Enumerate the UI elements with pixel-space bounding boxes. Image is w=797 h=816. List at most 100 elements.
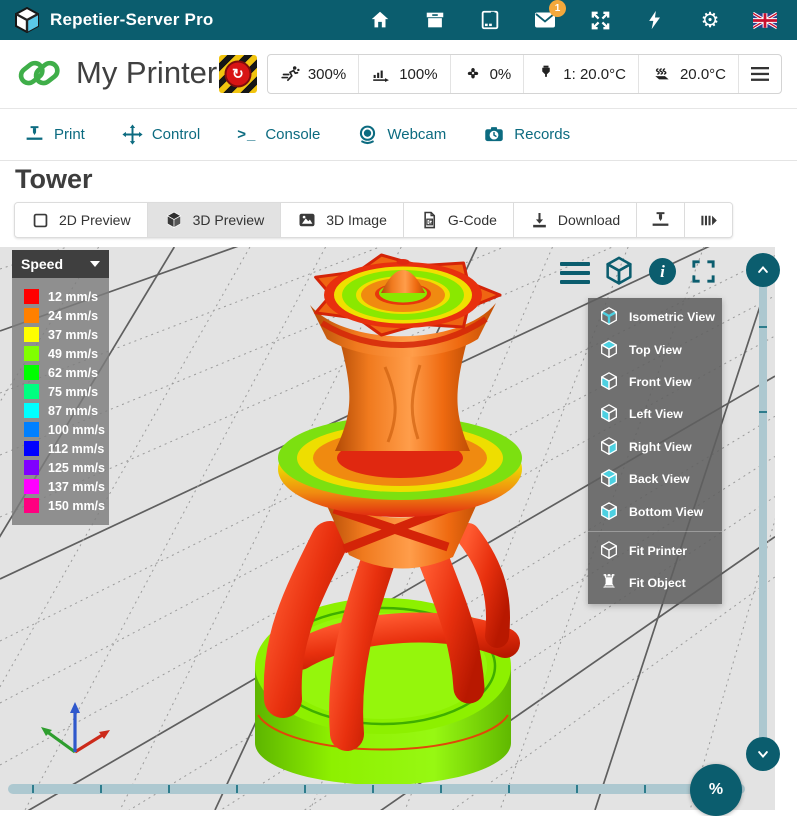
chevron-down-icon [90,261,100,267]
legend-title: Speed [21,256,63,272]
printer-header: My Printer ↻ 300% 1 [0,40,797,109]
legend-color-swatch [24,403,39,418]
book-icon[interactable] [478,8,502,32]
legend-item: 49 mm/s [12,344,109,363]
view-cube-icon [598,540,620,562]
settings-gear-icon[interactable]: ⚙ [698,8,722,32]
view-menu-item-fit-object[interactable]: ♜Fit Object [588,567,722,599]
expand-icon[interactable] [588,8,612,32]
legend-label: 137 mm/s [48,480,105,494]
view-cube-icon [598,436,620,458]
app-brand: Repetier-Server Pro [14,7,213,33]
tab-console[interactable]: >_ Console [237,126,320,143]
legend-item: 100 mm/s [12,420,109,439]
print-model-button[interactable] [636,203,684,237]
extruder-temp-button[interactable]: 1: 20.0°C [523,55,638,93]
view-menu-item-front-view[interactable]: Front View [588,366,722,398]
view-menu-label: Fit Printer [629,544,687,558]
legend-label: 75 mm/s [48,385,98,399]
tab-webcam[interactable]: Webcam [357,124,446,145]
legend-item: 62 mm/s [12,363,109,382]
top-navbar: Repetier-Server Pro 1 ⚙ [0,0,797,40]
cube-3d-icon [164,210,184,230]
view-menu-item-bottom-view[interactable]: Bottom View [588,495,722,527]
view-menu-item-left-view[interactable]: Left View [588,398,722,430]
viewer-views-icon[interactable] [602,255,636,294]
svg-text:G: G [428,220,432,226]
gcode-label: G-Code [448,212,497,228]
speed-legend: Speed 12 mm/s24 mm/s37 mm/s49 mm/s62 mm/… [12,250,109,525]
fan-button[interactable]: 0% [450,55,524,93]
tab-console-label: Console [265,126,320,143]
console-icon: >_ [237,126,256,143]
3d-image-button[interactable]: 3D Image [280,203,403,237]
download-button[interactable]: Download [513,203,636,237]
square-2d-icon [31,211,50,230]
page-title: Tower [15,164,93,195]
bed-temp-button[interactable]: 20.0°C [638,55,738,93]
image-icon [297,210,317,230]
legend-color-swatch [24,346,39,361]
legend-color-swatch [24,479,39,494]
legend-label: 62 mm/s [48,366,98,380]
horizontal-layer-scrollbar[interactable] [8,784,745,794]
mail-badge: 1 [549,0,566,17]
bolt-icon[interactable] [643,8,667,32]
view-cube-icon [598,468,620,490]
viewer-info-icon[interactable]: i [649,258,676,285]
storage-box-icon[interactable] [423,8,447,32]
view-menu-item-top-view[interactable]: Top View [588,333,722,365]
scroll-down-button[interactable] [746,737,780,771]
view-menu-label: Left View [629,407,683,421]
printer-tabs: Print Control >_ Console Webcam Records [0,109,797,161]
view-cube-icon [598,403,620,425]
view-menu-label: Front View [629,375,692,389]
legend-color-swatch [24,498,39,513]
3d-preview-button[interactable]: 3D Preview [147,203,281,237]
scrollbar-tick [372,785,374,793]
tab-print[interactable]: Print [24,124,85,145]
view-cube-icon [598,306,620,328]
flow-multiplier-button[interactable]: 100% [358,55,449,93]
vertical-layer-scrollbar[interactable] [759,285,767,745]
gcode-button[interactable]: G G-Code [403,203,513,237]
connected-link-icon [16,52,62,94]
fullscreen-icon[interactable] [690,258,717,290]
view-menu-item-back-view[interactable]: Back View [588,463,722,495]
legend-color-swatch [24,460,39,475]
2d-preview-label: 2D Preview [59,212,131,228]
legend-color-swatch [24,365,39,380]
view-menu-item-right-view[interactable]: Right View [588,431,722,463]
view-cube-icon [598,371,620,393]
scrollbar-tick [759,326,767,328]
flow-icon [371,64,392,85]
app-title: Repetier-Server Pro [50,10,213,30]
download-icon [530,211,549,230]
preview-mode-bar: 2D Preview 3D Preview 3D Image G G-Code … [14,202,733,238]
language-flag-icon[interactable] [753,8,777,32]
home-icon[interactable] [368,8,392,32]
scrollbar-tick [508,785,510,793]
3d-preview-label: 3D Preview [193,212,265,228]
emergency-stop-button[interactable]: ↻ [219,55,257,93]
gcode-model-tower [255,255,522,785]
tab-control[interactable]: Control [122,124,200,145]
tab-records[interactable]: Records [483,124,570,145]
speed-multiplier-button[interactable]: 300% [268,55,358,93]
viewer-menu-icon[interactable] [560,262,590,289]
view-menu-label: Fit Object [629,576,686,590]
legend-mode-select[interactable]: Speed [12,250,109,278]
legend-label: 112 mm/s [48,442,104,456]
view-menu-item-fit-printer[interactable]: Fit Printer [588,535,722,567]
2d-preview-button[interactable]: 2D Preview [15,203,147,237]
scroll-up-button[interactable] [746,253,780,287]
printer-menu-button[interactable] [738,55,781,93]
view-cube-icon [598,501,620,523]
legend-color-swatch [24,289,39,304]
legend-label: 12 mm/s [48,290,98,304]
mail-icon[interactable]: 1 [533,8,557,32]
percent-button[interactable]: % [690,764,742,816]
layer-animation-button[interactable] [684,203,732,237]
tab-control-label: Control [152,126,200,143]
view-menu-item-isometric-view[interactable]: Isometric View [588,301,722,333]
